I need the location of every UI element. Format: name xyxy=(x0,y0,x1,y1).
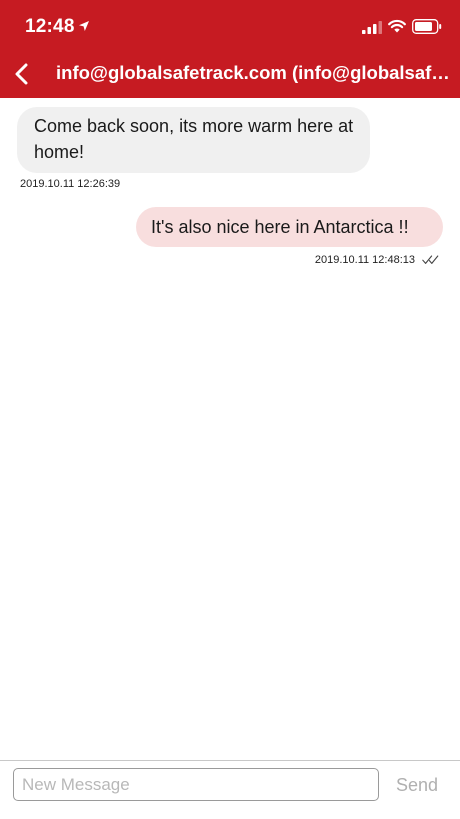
app-header: 12:48 info@globalsafetrack.com (info@glo xyxy=(0,0,460,98)
incoming-message-timestamp: 2019.10.11 12:26:39 xyxy=(20,178,121,190)
nav-bar: info@globalsafetrack.com (info@globalsaf… xyxy=(0,50,460,98)
status-bar: 12:48 xyxy=(0,0,460,50)
new-message-input[interactable] xyxy=(13,768,379,801)
incoming-message-bubble: Come back soon, its more warm here at ho… xyxy=(17,107,370,173)
outgoing-message-timestamp: 2019.10.11 12:48:13 xyxy=(314,254,415,266)
chevron-left-icon xyxy=(15,63,28,85)
message-list[interactable]: Come back soon, its more warm here at ho… xyxy=(0,98,460,760)
outgoing-message-bubble: It's also nice here in Antarctica !! xyxy=(136,207,443,247)
location-arrow-icon xyxy=(79,21,89,31)
wifi-icon xyxy=(388,19,406,33)
back-button[interactable] xyxy=(8,58,40,90)
send-button[interactable]: Send xyxy=(385,771,449,799)
compose-bar: Send xyxy=(0,760,460,819)
status-time: 12:48 xyxy=(25,16,75,37)
cellular-signal-icon xyxy=(362,21,382,34)
double-check-icon xyxy=(422,255,439,264)
battery-icon xyxy=(412,19,442,34)
conversation-title: info@globalsafetrack.com (info@globalsaf… xyxy=(56,62,452,83)
